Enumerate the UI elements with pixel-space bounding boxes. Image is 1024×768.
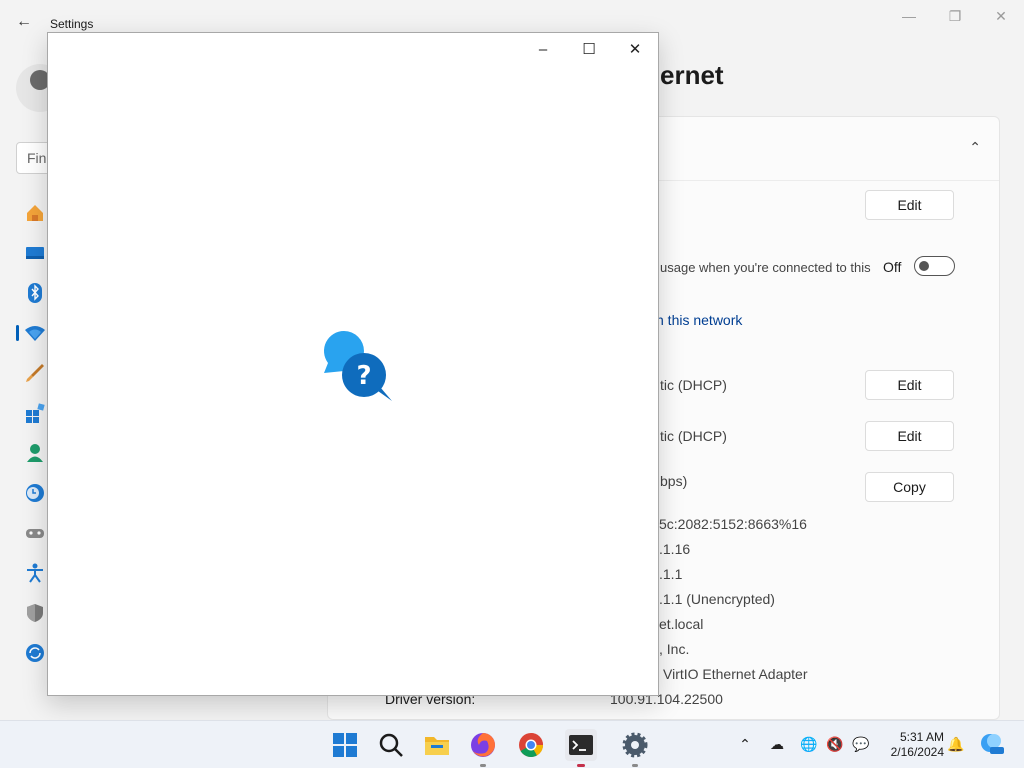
metered-toggle[interactable] <box>914 256 955 276</box>
terminal-app[interactable] <box>565 729 597 767</box>
firefox-icon <box>471 733 495 757</box>
notification-bell-icon[interactable]: 🔔 <box>947 735 965 753</box>
close-icon[interactable]: ✕ <box>612 39 658 61</box>
settings-title: Settings <box>50 17 94 31</box>
restore-icon[interactable]: ❐ <box>932 6 978 26</box>
edit-button[interactable]: Edit <box>865 190 954 220</box>
clock-date: 2/16/2024 <box>890 745 944 759</box>
system-icon[interactable] <box>24 242 46 264</box>
page-title: ernet <box>660 60 724 90</box>
metered-connection-text: usage when you're connected to this <box>660 260 871 275</box>
link-speed-value: bps) <box>660 473 688 489</box>
accessibility-icon[interactable] <box>24 562 46 584</box>
copilot-preview-icon[interactable] <box>980 731 1004 755</box>
clock-time: 5:31 AM <box>899 730 944 744</box>
chevron-up-tray-icon[interactable]: ⌃ <box>736 735 754 753</box>
search-icon[interactable] <box>375 729 407 761</box>
ipv6-value: 5c:2082:5152:8663%16 <box>659 516 807 532</box>
copilot-chat-icon[interactable]: 💬 <box>852 735 870 753</box>
accounts-icon[interactable] <box>24 442 46 464</box>
minimize-icon[interactable]: – <box>520 39 566 61</box>
gaming-controller-icon[interactable] <box>24 522 46 544</box>
gear-icon <box>622 732 648 758</box>
folder-icon <box>425 737 449 755</box>
ipv4-value: .1.16 <box>659 541 691 557</box>
running-indicator <box>632 764 638 767</box>
network-wifi-icon[interactable] <box>24 322 46 344</box>
edit-dns-button[interactable]: Edit <box>865 421 954 451</box>
get-help-logo-icon: ? <box>324 331 392 401</box>
data-usage-link[interactable]: n this network <box>656 312 742 328</box>
dns-assignment-value: tic (DHCP) <box>660 428 727 444</box>
dns-suffix-value: et.local <box>659 616 704 632</box>
nav-selection-indicator <box>16 325 19 341</box>
close-icon[interactable]: ✕ <box>978 6 1024 26</box>
ip-assignment-value: tic (DHCP) <box>660 377 727 393</box>
manufacturer-value: , Inc. <box>659 641 690 657</box>
get-help-window: – ☐ ✕ ? <box>47 32 659 696</box>
volume-muted-icon[interactable]: 🔇 <box>826 735 844 753</box>
chrome-icon <box>519 733 543 758</box>
taskbar: ⌃ ☁ 🌐 🔇 💬 5:31 AM 2/16/2024 🔔 <box>0 720 1024 768</box>
maximize-icon[interactable]: ☐ <box>566 39 612 61</box>
settings-app[interactable] <box>619 729 651 767</box>
toggle-state-label: Off <box>883 259 902 275</box>
system-clock[interactable]: 5:31 AM 2/16/2024 <box>880 730 944 760</box>
apps-icon[interactable] <box>24 402 46 424</box>
firefox-app[interactable] <box>467 729 499 767</box>
dns-servers-value: .1.1 (Unencrypted) <box>659 591 775 607</box>
bluetooth-icon[interactable] <box>24 282 46 304</box>
running-indicator-active <box>577 764 585 767</box>
edit-ip-button[interactable]: Edit <box>865 370 954 400</box>
svg-text:?: ? <box>356 361 371 391</box>
description-value: VirtIO Ethernet Adapter <box>663 666 808 682</box>
chrome-app[interactable] <box>515 729 547 761</box>
terminal-icon <box>569 735 593 755</box>
gateway-value: .1.1 <box>659 566 683 582</box>
back-arrow-icon[interactable]: ← <box>14 12 34 32</box>
file-explorer-app[interactable] <box>421 729 453 761</box>
onedrive-offline-icon[interactable]: ☁ <box>768 735 786 753</box>
personalization-brush-icon[interactable] <box>24 362 46 384</box>
windows-update-icon[interactable] <box>24 642 46 664</box>
privacy-shield-icon[interactable] <box>24 602 46 624</box>
home-icon[interactable] <box>24 202 46 224</box>
network-globe-icon[interactable]: 🌐 <box>800 735 818 753</box>
running-indicator <box>480 764 486 767</box>
chevron-up-icon[interactable]: ⌃ <box>969 139 981 156</box>
copy-button[interactable]: Copy <box>865 472 954 502</box>
start-windows-icon[interactable] <box>329 729 361 761</box>
minimize-icon[interactable]: — <box>886 6 932 26</box>
time-language-icon[interactable] <box>24 482 46 504</box>
